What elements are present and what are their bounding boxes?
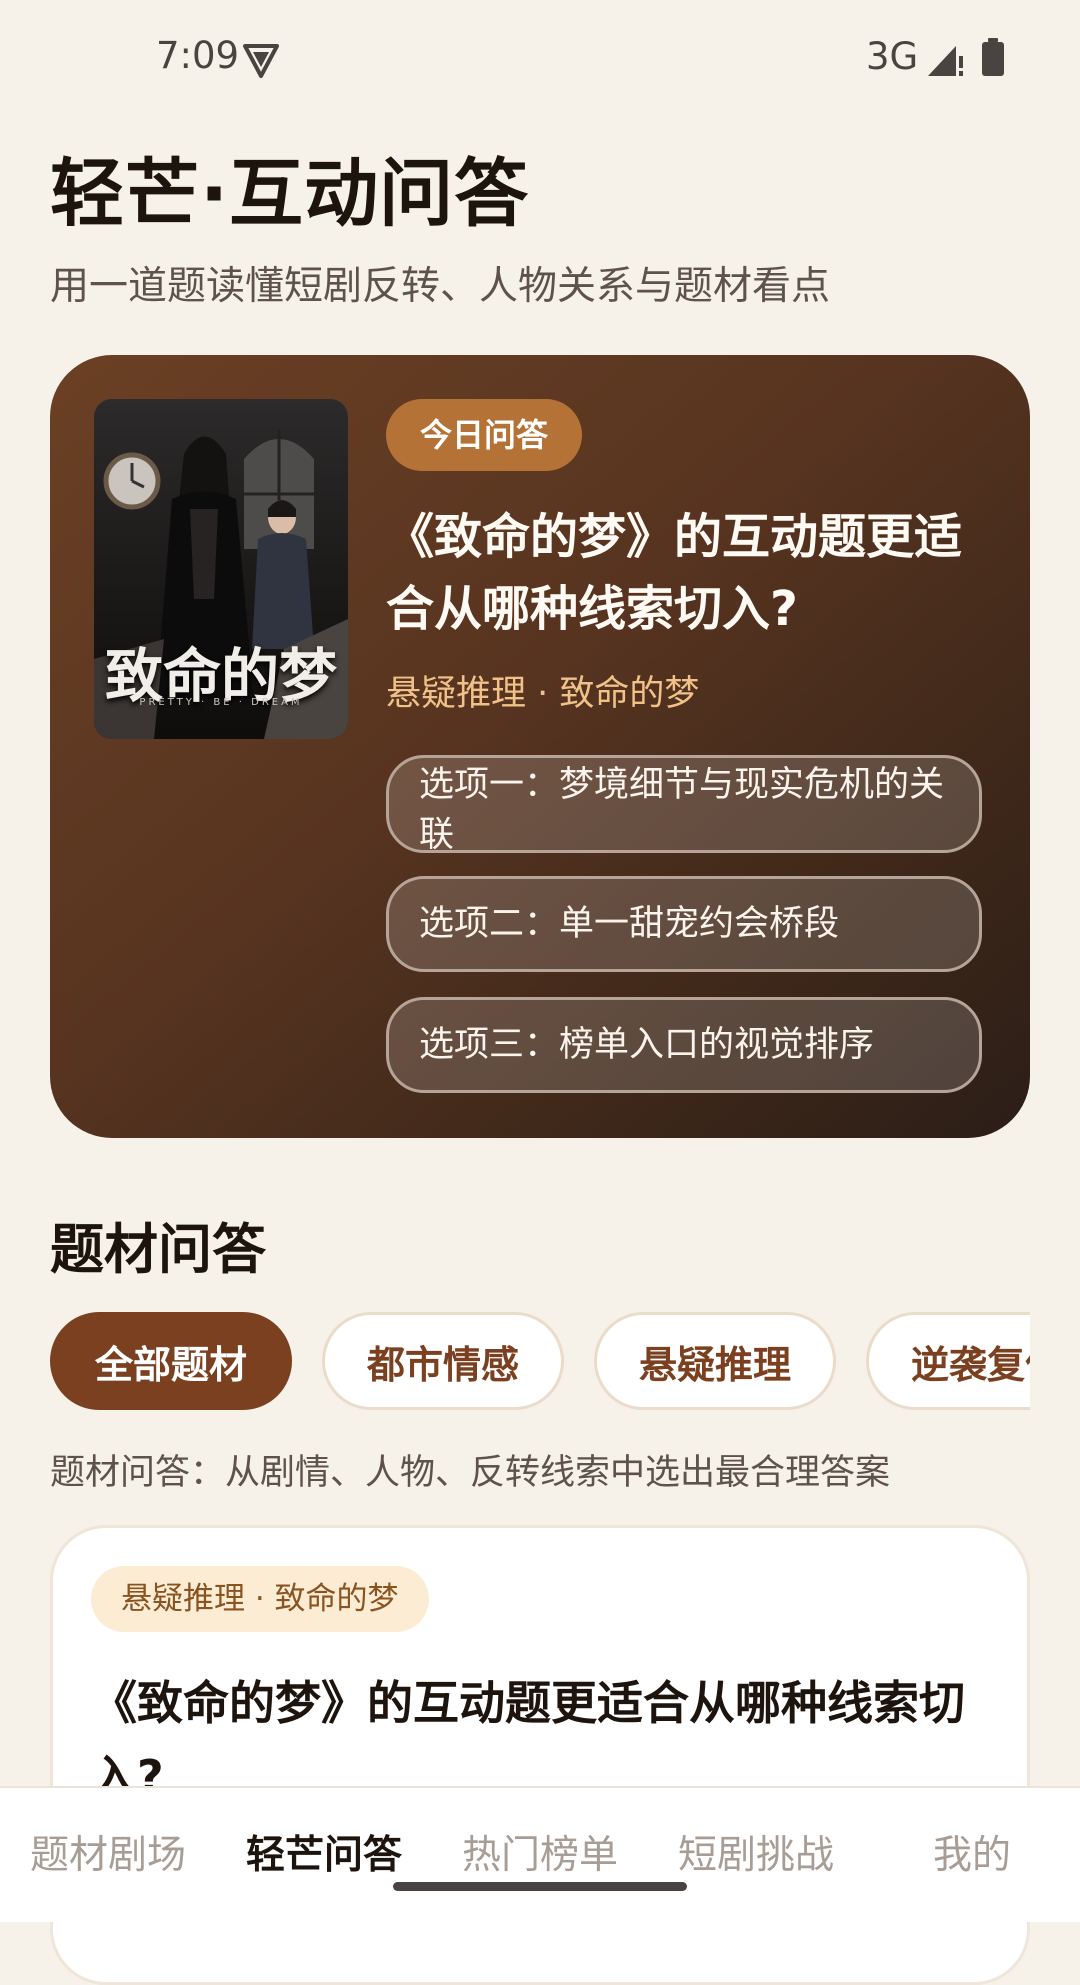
option-1-button[interactable]: 选项一：梦境细节与现实危机的关联: [386, 755, 982, 853]
topic-chip-row[interactable]: 全部题材 都市情感 悬疑推理 逆袭复仇: [50, 1312, 1030, 1416]
section-title: 题材问答: [50, 1218, 266, 1281]
nav-profile[interactable]: 我的: [864, 1824, 1080, 1880]
page-subtitle: 用一道题读懂短剧反转、人物关系与题材看点: [50, 264, 831, 309]
status-time: 7:09: [156, 34, 240, 77]
chip-revenge[interactable]: 逆袭复仇: [866, 1312, 1030, 1410]
page-title: 轻芒·互动问答: [50, 151, 530, 237]
chip-all-topics[interactable]: 全部题材: [50, 1312, 292, 1410]
daily-question-card[interactable]: 致命的梦 PRETTY · BE · DREAM 今日问答 《致命的梦》的互动题…: [50, 355, 1030, 1138]
nav-qa[interactable]: 轻芒问答: [216, 1824, 432, 1880]
network-type: 3G: [866, 35, 919, 78]
chip-urban-romance[interactable]: 都市情感: [322, 1312, 564, 1410]
today-badge: 今日问答: [386, 399, 583, 471]
poster-subtitle: PRETTY · BE · DREAM: [139, 697, 303, 708]
question-tag: 悬疑推理 · 致命的梦: [91, 1566, 429, 1632]
chip-mystery[interactable]: 悬疑推理: [594, 1312, 836, 1410]
status-bar: 7:09 3G: [0, 0, 1080, 115]
nav-topic-theater[interactable]: 题材剧场: [0, 1824, 216, 1880]
featured-meta: 悬疑推理 · 致命的梦: [386, 674, 700, 714]
section-hint: 题材问答：从剧情、人物、反转线索中选出最合理答案: [50, 1453, 891, 1493]
option-2-button[interactable]: 选项二：单一甜宠约会桥段: [386, 876, 982, 972]
home-indicator: [393, 1882, 687, 1891]
vpn-shield-icon: [243, 44, 279, 78]
signal-icon: [928, 46, 963, 76]
battery-icon: [982, 38, 1004, 76]
bottom-nav: 题材剧场 轻芒问答 热门榜单 短剧挑战 我的: [0, 1786, 1080, 1922]
featured-question: 《致命的梦》的互动题更适合从哪种线索切入?: [386, 509, 963, 637]
nav-drama-challenge[interactable]: 短剧挑战: [648, 1824, 864, 1880]
nav-hot-charts[interactable]: 热门榜单: [432, 1824, 648, 1880]
drama-poster[interactable]: 致命的梦 PRETTY · BE · DREAM: [94, 399, 348, 739]
option-3-button[interactable]: 选项三：榜单入口的视觉排序: [386, 997, 982, 1093]
